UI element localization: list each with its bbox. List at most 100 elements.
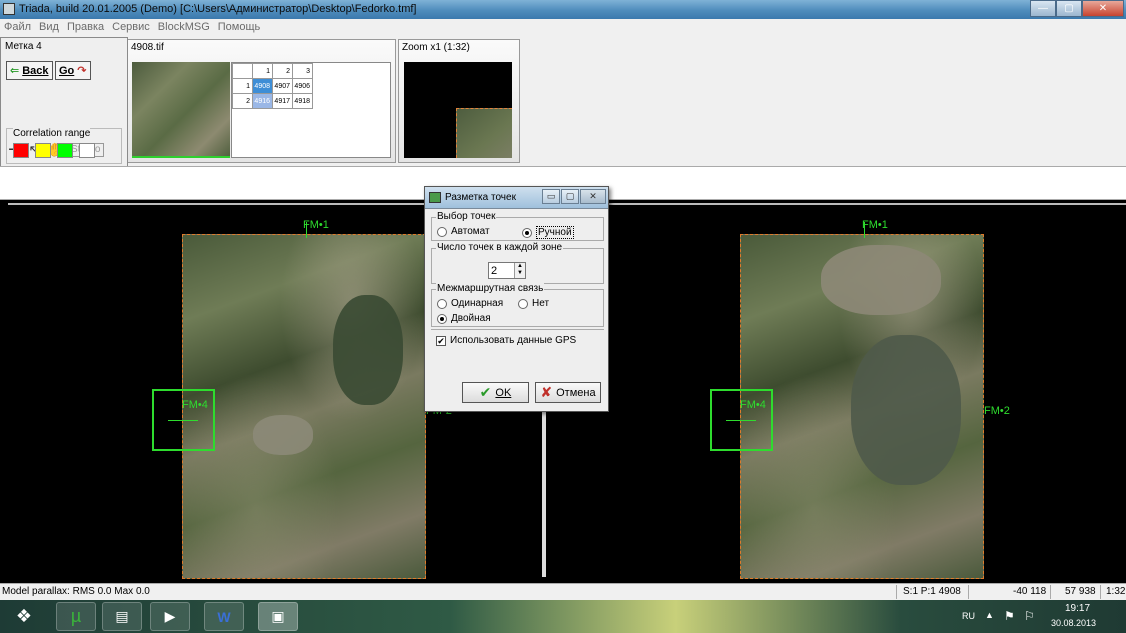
points-count-stepper[interactable]: ▲▼ — [488, 262, 526, 279]
menu-blockmsg[interactable]: BlockMSG — [154, 21, 214, 33]
radio-dot — [437, 226, 447, 237]
minimize-icon[interactable]: ▭ — [542, 189, 560, 204]
fm4-tick — [168, 420, 198, 421]
radio-dot — [437, 313, 447, 324]
dialog-title: Разметка точек — [445, 192, 516, 203]
right-image-viewport[interactable]: FM•1 FM•4 FM•2 — [546, 203, 1126, 579]
menu-edit[interactable]: Правка — [63, 21, 108, 33]
grid-cell[interactable]: 4907 — [272, 78, 293, 94]
auto-label: Автомат — [451, 226, 490, 237]
image-thumbnail[interactable] — [132, 62, 230, 158]
action-center-icon[interactable]: ⚐ — [1024, 609, 1035, 623]
grid-header: 2 — [272, 63, 293, 79]
menu-help[interactable]: Помощь — [214, 21, 265, 33]
checkmark-icon: ✔ — [436, 335, 446, 346]
start-button[interactable]: ❖ — [4, 602, 44, 631]
check-icon: ✔ — [479, 384, 492, 400]
yellow-swatch[interactable] — [35, 143, 51, 158]
fm2-label: FM•2 — [984, 405, 1010, 417]
gps-label: Использовать данные GPS — [450, 335, 577, 346]
close-button[interactable]: ✕ — [1082, 0, 1124, 17]
status-divider — [1050, 585, 1051, 599]
radio-dot — [522, 227, 532, 238]
stepper-arrows-icon[interactable]: ▲ ▼ — [514, 263, 525, 278]
menu-bar: Файл Вид Правка Сервис BlockMSG Помощь — [0, 19, 1126, 35]
menu-service[interactable]: Сервис — [108, 21, 154, 33]
x-icon: ✘ — [540, 384, 553, 400]
maximize-icon[interactable]: ▢ — [561, 189, 579, 204]
fm4-label: FM•4 — [182, 399, 208, 411]
mark-panel-title: Метка 4 — [5, 41, 42, 52]
scale-status: 1:32 — [1106, 586, 1126, 597]
menu-file[interactable]: Файл — [0, 21, 35, 33]
red-swatch[interactable] — [13, 143, 29, 158]
redo-arrow-icon: ↷ — [77, 65, 87, 77]
ok-button[interactable]: ✔ OK — [462, 382, 529, 403]
grid-cell[interactable]: 4908 — [252, 78, 273, 94]
point-selection-group: Выбор точек Автомат Ручной — [431, 211, 604, 241]
y-coordinate: 57 938 — [1065, 586, 1096, 597]
fm4-tick — [726, 420, 756, 421]
title-bar: Triada, build 20.01.2005 (Demo) [C:\User… — [0, 0, 1126, 19]
points-count-input[interactable] — [489, 263, 513, 278]
grid-row-label: 2 — [232, 93, 253, 109]
dialog-icon — [429, 192, 441, 203]
auto-radio[interactable]: Автомат — [437, 226, 490, 237]
grid-cell[interactable]: 4906 — [292, 78, 313, 94]
single-label: Одинарная — [451, 298, 504, 309]
correlation-range-label: Correlation range — [13, 128, 91, 139]
media-player-icon[interactable]: ▶ — [150, 602, 190, 631]
arrow-left-icon: ⇐ — [10, 65, 20, 77]
gps-group: ✔ Использовать данные GPS — [431, 329, 604, 351]
dialog-title-bar[interactable]: Разметка точек ▭ ▢ ✕ — [425, 187, 608, 209]
grid-header: 1 — [252, 63, 273, 79]
inter-route-label: Межмаршрутная связь — [436, 283, 545, 294]
strip-photo-status: S:1 P:1 4908 — [903, 586, 961, 597]
mark-panel: Метка 4 ⇐ Back Go ↷ ✛ ↖ ✋ Stereo Correla… — [0, 37, 128, 167]
points-count-group: Число точек в каждой зоне ▲▼ — [431, 242, 604, 284]
right-satellite-image — [740, 234, 984, 579]
language-indicator[interactable]: RU — [962, 611, 975, 621]
back-button[interactable]: ⇐ Back — [6, 61, 53, 80]
village-patch — [821, 245, 941, 315]
utorrent-icon[interactable]: µ — [56, 602, 96, 631]
cancel-label: Отмена — [556, 386, 596, 399]
none-radio[interactable]: Нет — [518, 298, 549, 309]
clock-time[interactable]: 19:17 — [1065, 603, 1090, 614]
ok-label: OK — [495, 386, 512, 399]
cancel-button[interactable]: ✘ Отмена — [535, 382, 601, 403]
grid-cell[interactable]: 4917 — [272, 93, 293, 109]
close-icon[interactable]: ✕ — [580, 189, 606, 204]
menu-view[interactable]: Вид — [35, 21, 63, 33]
triada-taskbar-icon[interactable]: ▣ — [258, 602, 298, 631]
file-explorer-icon[interactable]: ▤ — [102, 602, 142, 631]
single-radio[interactable]: Одинарная — [437, 298, 503, 309]
white-swatch[interactable] — [79, 143, 95, 158]
minimize-button[interactable]: — — [1030, 0, 1056, 17]
x-coordinate: -40 118 — [1013, 586, 1047, 597]
grid-header — [232, 63, 253, 79]
window-title: Triada, build 20.01.2005 (Demo) [C:\User… — [19, 3, 417, 15]
grid-cell[interactable]: 4916 — [252, 93, 273, 109]
grid-row-label: 1 — [232, 78, 253, 94]
clock-date[interactable]: 30.08.2013 — [1051, 618, 1096, 628]
left-satellite-image — [182, 234, 426, 579]
maximize-button[interactable]: ▢ — [1056, 0, 1082, 17]
gps-checkbox[interactable]: ✔ Использовать данные GPS — [436, 335, 576, 346]
point-markup-dialog: Разметка точек ▭ ▢ ✕ Выбор точек Автомат… — [424, 186, 609, 412]
fm1-label: FM•1 — [303, 219, 329, 231]
double-radio[interactable]: Двойная — [437, 313, 491, 324]
status-bar: Model parallax: RMS 0.0 Max 0.0 S:1 P:1 … — [0, 583, 1126, 600]
system-tray: RU ▲ ⚑ ⚐ 19:17 30.08.2013 — [956, 600, 1126, 633]
tray-expand-icon[interactable]: ▲ — [985, 610, 994, 620]
field-patch — [333, 295, 403, 405]
network-icon[interactable]: ⚑ — [1004, 609, 1015, 623]
manual-radio[interactable]: Ручной — [522, 226, 574, 239]
green-swatch[interactable] — [57, 143, 73, 158]
none-label: Нет — [532, 298, 550, 309]
zoom-view[interactable] — [404, 62, 512, 158]
fm1-label: FM•1 — [862, 219, 888, 231]
grid-cell[interactable]: 4918 — [292, 93, 313, 109]
word-icon[interactable]: W — [204, 602, 244, 631]
go-button[interactable]: Go ↷ — [55, 61, 91, 80]
